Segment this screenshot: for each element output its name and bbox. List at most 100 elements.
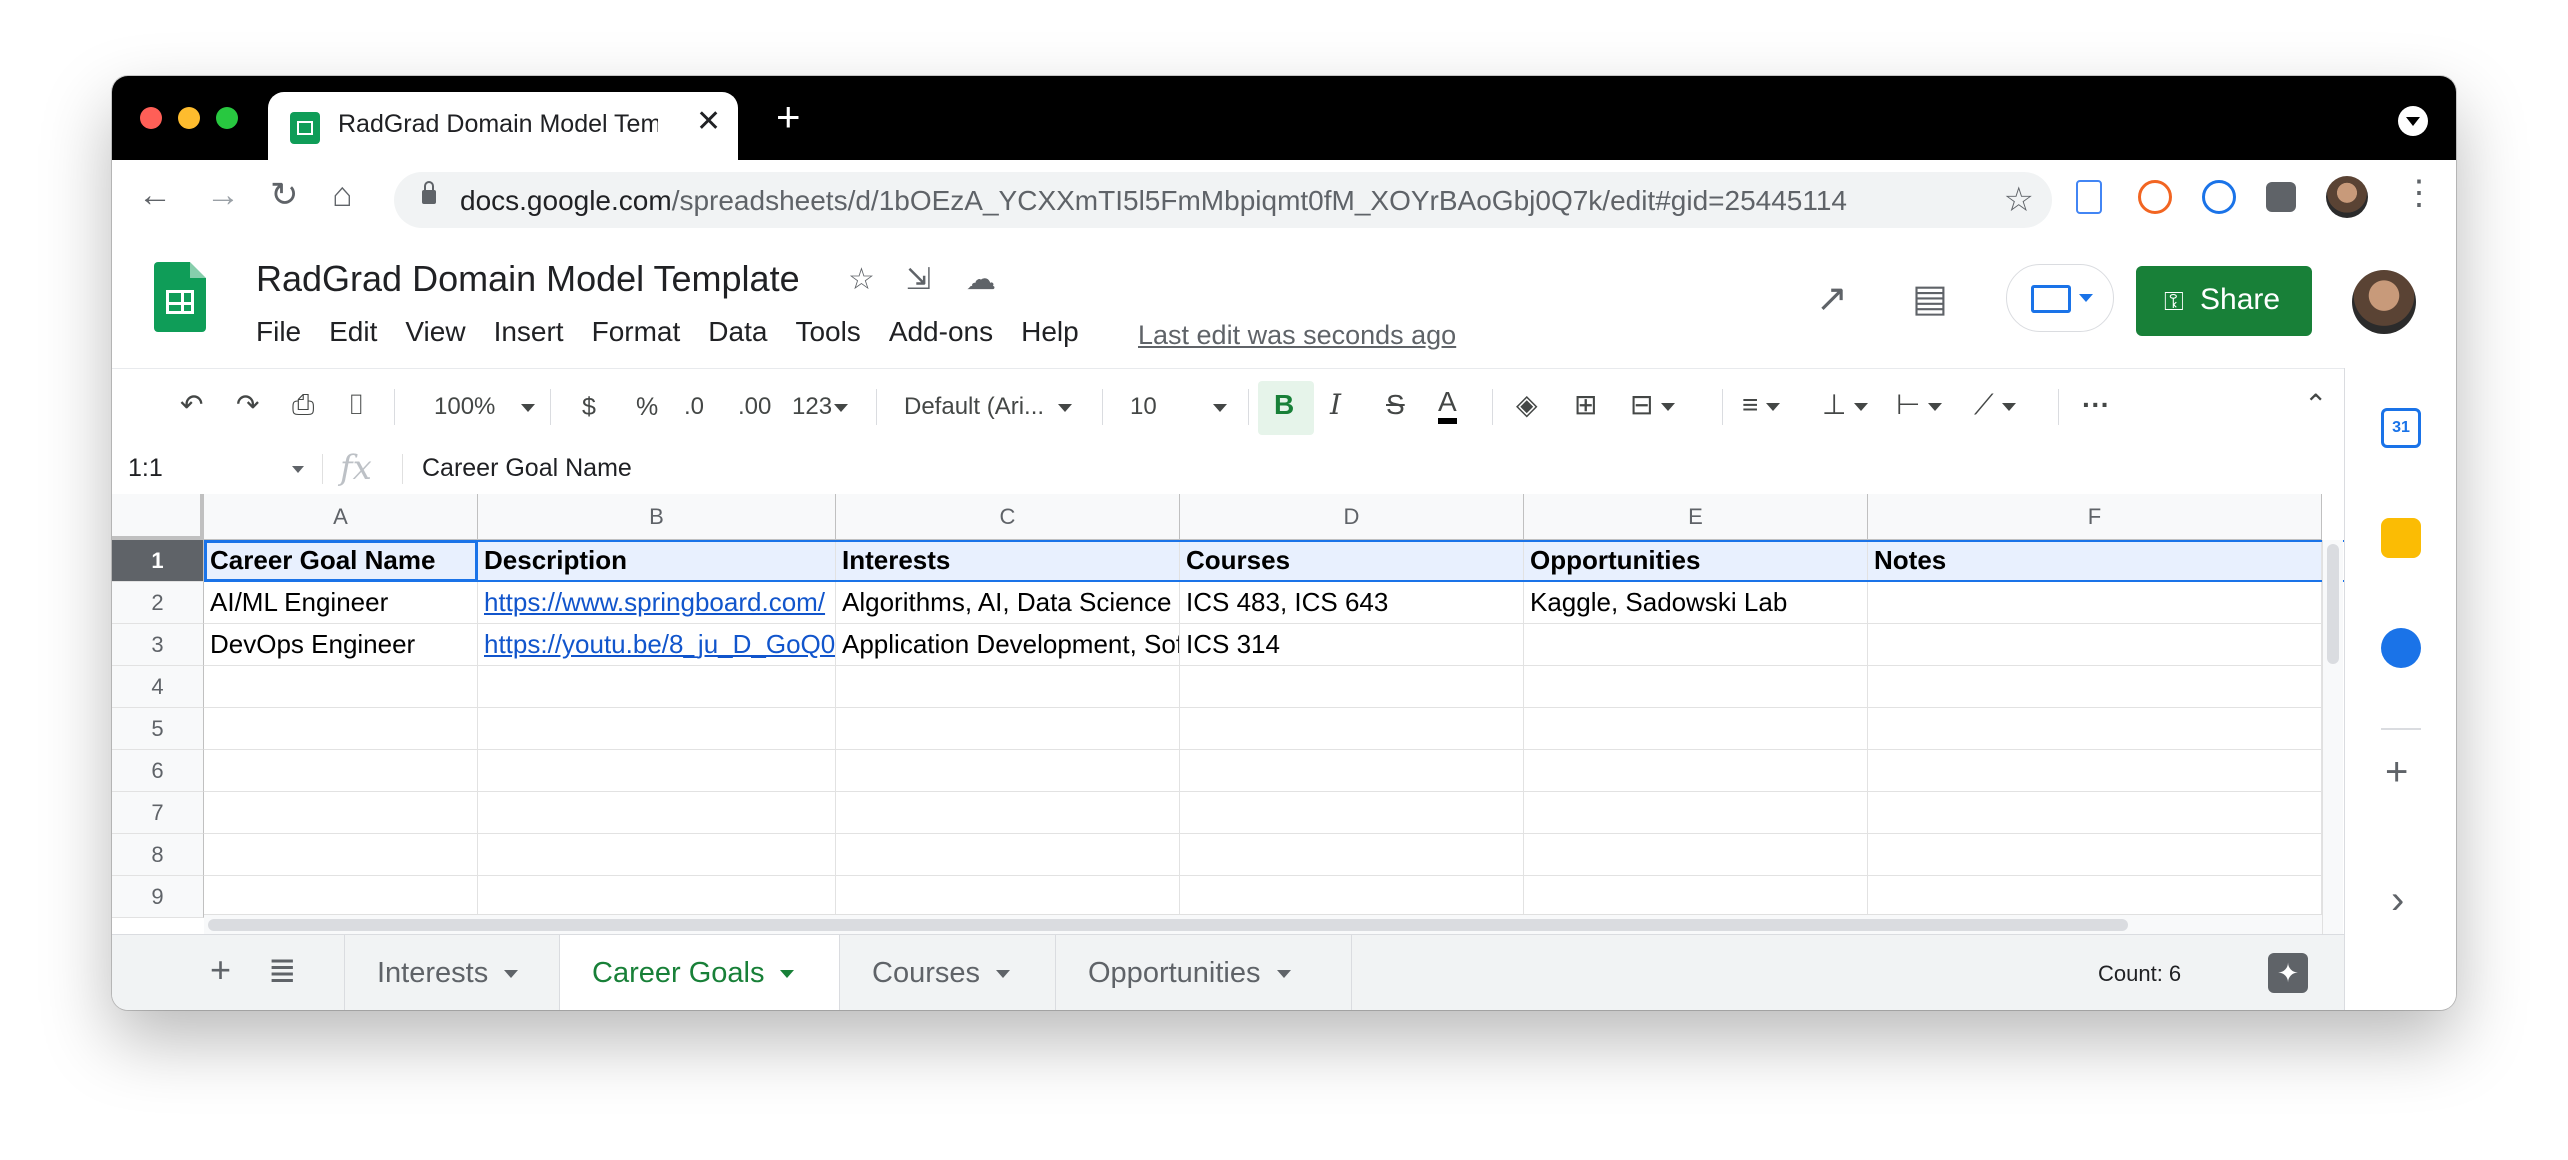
merge-cells-icon[interactable]: ⊟ [1630,387,1676,423]
cell-d9[interactable] [1180,876,1524,918]
bookmark-star-icon[interactable]: ☆ [2004,180,2034,220]
home-button[interactable]: ⌂ [332,178,353,212]
selection-count[interactable]: Count: 6 [2098,961,2181,987]
column-header-f[interactable]: F [1868,494,2322,540]
more-icon[interactable]: ··· [2082,387,2110,423]
paint-format-icon[interactable]: ⌷ [348,387,365,423]
currency-format-button[interactable]: $ [582,391,596,424]
font-size-select[interactable]: 10 [1130,391,1227,422]
row-header-7[interactable]: 7 [112,792,204,834]
cell-f3[interactable] [1868,624,2322,666]
menu-tools[interactable]: Tools [795,316,860,348]
vertical-scrollbar[interactable] [2322,540,2343,934]
redo-icon[interactable]: ↷ [236,387,259,423]
cell-b5[interactable] [478,708,836,750]
cell-f7[interactable] [1868,792,2322,834]
cell-e9[interactable] [1524,876,1868,918]
cell-f9[interactable] [1868,876,2322,918]
menu-help[interactable]: Help [1021,316,1079,348]
add-sheet-button[interactable]: + [210,949,231,991]
zoom-window-button[interactable] [216,107,238,129]
address-bar[interactable]: docs.google.com/spreadsheets/d/1bOEzA_YC… [394,172,2052,228]
column-header-c[interactable]: C [836,494,1180,540]
cell-a4[interactable] [204,666,478,708]
cloud-status-icon[interactable]: ☁ [966,262,996,297]
cell-e3[interactable] [1524,624,1868,666]
document-title[interactable]: RadGrad Domain Model Template [256,258,800,300]
star-icon[interactable]: ☆ [848,262,875,297]
expand-panel-icon[interactable]: › [2391,878,2404,923]
move-folder-icon[interactable]: ⇲ [906,262,931,297]
cell-c3[interactable]: Application Development, Software [836,624,1180,666]
calendar-icon[interactable]: 31 [2381,408,2421,448]
collapse-toolbar-icon[interactable]: ⌃ [2304,387,2327,423]
cell-d7[interactable] [1180,792,1524,834]
last-edit-link[interactable]: Last edit was seconds ago [1138,320,1456,351]
increase-decimal-button[interactable]: .00 [738,391,771,422]
fill-color-icon[interactable]: ◈ [1516,387,1538,423]
row-header-5[interactable]: 5 [112,708,204,750]
font-family-select[interactable]: Default (Ari... [904,391,1073,422]
menu-file[interactable]: File [256,316,301,348]
cell-d4[interactable] [1180,666,1524,708]
cell-a2[interactable]: AI/ML Engineer [204,582,478,624]
italic-button[interactable]: I [1330,387,1341,423]
cell-a5[interactable] [204,708,478,750]
cell-e1[interactable]: Opportunities [1524,540,1868,582]
row-header-6[interactable]: 6 [112,750,204,792]
sheet-tab-opportunities[interactable]: Opportunities [1056,935,1352,1010]
cell-b7[interactable] [478,792,836,834]
cell-b3[interactable]: https://youtu.be/8_ju_D_GoQ0 [478,624,836,666]
name-box-dropdown-icon[interactable] [292,466,304,473]
cell-b6[interactable] [478,750,836,792]
horizontal-scroll-thumb[interactable] [208,919,2128,931]
cell-c9[interactable] [836,876,1180,918]
menu-view[interactable]: View [405,316,465,348]
column-header-d[interactable]: D [1180,494,1524,540]
undo-icon[interactable]: ↶ [180,387,203,423]
sheet-tab-career-goals[interactable]: Career Goals [560,935,840,1010]
cell-a7[interactable] [204,792,478,834]
vertical-align-icon[interactable]: ⊥ [1822,387,1869,423]
row-header-1[interactable]: 1 [112,540,204,582]
cell-c5[interactable] [836,708,1180,750]
present-button[interactable] [2006,264,2114,332]
print-icon[interactable]: ⎙ [292,387,314,423]
cell-f8[interactable] [1868,834,2322,876]
explore-icon[interactable]: ✦ [2268,953,2308,993]
browser-menu-icon[interactable]: ⋮ [2402,176,2436,210]
cell-e8[interactable] [1524,834,1868,876]
cell-d6[interactable] [1180,750,1524,792]
zoom-select[interactable]: 100% [434,391,536,422]
cell-a3[interactable]: DevOps Engineer [204,624,478,666]
spreadsheet-grid[interactable]: A B C D E F 1 2 3 4 5 6 7 8 9 Career Goa… [112,494,2344,934]
cell-d1[interactable]: Courses [1180,540,1524,582]
cell-a6[interactable] [204,750,478,792]
forward-button[interactable]: → [206,178,240,212]
menu-edit[interactable]: Edit [329,316,377,348]
bitly-extension-icon[interactable] [2138,180,2172,214]
cell-c6[interactable] [836,750,1180,792]
column-header-e[interactable]: E [1524,494,1868,540]
cell-e4[interactable] [1524,666,1868,708]
cell-b9[interactable] [478,876,836,918]
decrease-decimal-button[interactable]: .0 [684,391,704,422]
new-tab-button[interactable]: + [776,96,801,138]
account-avatar[interactable] [2352,270,2416,334]
close-tab-icon[interactable]: ✕ [696,104,721,139]
cell-f1[interactable]: Notes [1868,540,2322,582]
menu-addons[interactable]: Add-ons [889,316,993,348]
percent-format-button[interactable]: % [636,391,658,424]
keep-icon[interactable] [2381,518,2421,558]
column-header-b[interactable]: B [478,494,836,540]
cell-b8[interactable] [478,834,836,876]
text-rotation-icon[interactable]: ⟋ [1974,387,2016,423]
row-header-9[interactable]: 9 [112,876,204,918]
cell-f2[interactable] [1868,582,2322,624]
cell-c2[interactable]: Algorithms, AI, Data Science [836,582,1180,624]
cell-b1[interactable]: Description [478,540,836,582]
borders-icon[interactable]: ⊞ [1574,387,1597,423]
text-wrap-icon[interactable]: ⊢ [1896,387,1943,423]
column-header-a[interactable]: A [204,494,478,540]
cell-b2[interactable]: https://www.springboard.com/ [478,582,836,624]
